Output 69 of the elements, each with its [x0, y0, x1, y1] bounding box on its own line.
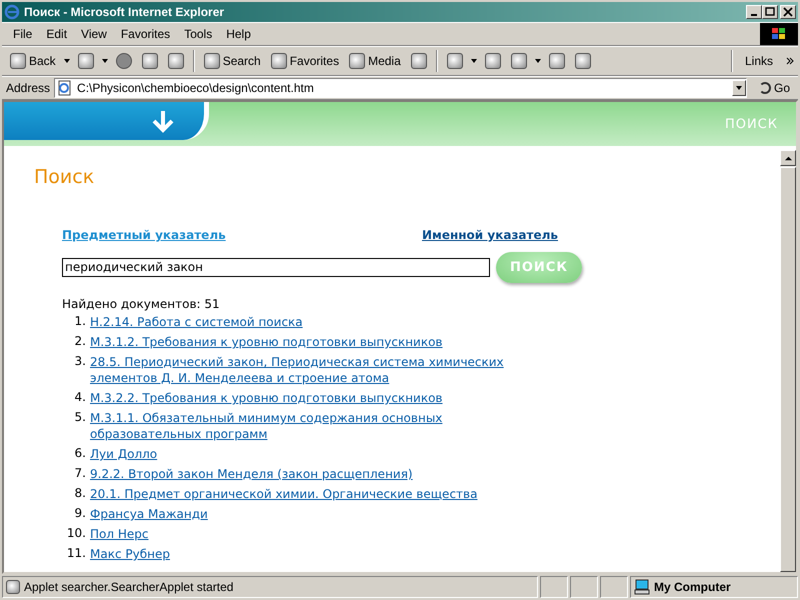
result-link[interactable]: Пол Нерс: [90, 526, 148, 542]
windows-logo-icon: [760, 23, 798, 45]
search-field[interactable]: периодический закон: [62, 258, 490, 277]
dropdown-button[interactable]: [732, 80, 746, 96]
status-pane: [570, 576, 598, 598]
close-button[interactable]: [780, 5, 796, 19]
minimize-icon: [751, 14, 757, 16]
list-number: 1.: [74, 314, 86, 330]
toolbar-button[interactable]: Favorites: [266, 49, 344, 73]
result-link[interactable]: 20.1. Предмет органической химии. Органические вещества: [90, 486, 478, 502]
stop-icon[interactable]: [116, 53, 132, 69]
list-number: 7.: [74, 466, 86, 482]
menu-item[interactable]: View: [74, 27, 114, 41]
index-link[interactable]: Именной указатель: [422, 228, 558, 242]
list-number: 10.: [66, 526, 86, 542]
list-number: 6.: [74, 446, 86, 462]
status-text: Applet searcher.SearcherApplet started: [24, 580, 234, 594]
links-button[interactable]: Links: [738, 54, 780, 68]
maximize-button[interactable]: [762, 5, 778, 19]
menu-item[interactable]: Favorites: [114, 27, 178, 41]
list-number: 4.: [74, 390, 86, 406]
list-number: 9.: [74, 506, 86, 522]
dropdown-caret-icon[interactable]: [470, 59, 477, 63]
list-number: 2.: [74, 334, 86, 350]
down-arrow-icon: [150, 108, 176, 134]
toolbar-button[interactable]: Back: [6, 49, 60, 73]
window-title: Поиск - Microsoft Internet Explorer: [24, 5, 224, 19]
address-label: Address: [6, 81, 50, 95]
result-link[interactable]: 28.5. Периодический закон, Периодическая система химических элементов Д. И. Менделеева и строение атома: [90, 354, 538, 386]
browser-icon: [4, 4, 20, 20]
status-pane: [540, 576, 568, 598]
go-arrow-icon: [758, 82, 771, 94]
page-icon: [57, 80, 74, 96]
result-link[interactable]: Н.2.14. Работа с системой поиска: [90, 314, 303, 330]
result-link[interactable]: Макс Рубнер: [90, 546, 170, 562]
banner-title: ПОИСК: [724, 116, 778, 132]
result-link[interactable]: Франсуа Мажанди: [90, 506, 208, 522]
go-button[interactable]: Go: [750, 81, 798, 95]
menu-item[interactable]: Edit: [39, 27, 74, 41]
menu-item[interactable]: Tools: [177, 27, 220, 41]
menu-item[interactable]: File: [6, 27, 40, 41]
result-link[interactable]: 9.2.2. Второй закон Менделя (закон расщепления): [90, 466, 413, 482]
scroll-up-icon[interactable]: [780, 150, 796, 166]
maximize-icon: [765, 7, 775, 17]
results-count: Найдено документов: 51: [62, 297, 221, 311]
list-number: 8.: [74, 486, 86, 502]
computer-icon: [634, 579, 650, 595]
list-number: 11.: [66, 546, 86, 562]
dropdown-caret-icon[interactable]: [64, 59, 70, 63]
menu-item[interactable]: Help: [219, 27, 258, 41]
list-number: 5.: [74, 410, 86, 426]
result-link[interactable]: М.3.1.2. Требования к уровню подготовки выпускников: [90, 334, 443, 350]
close-icon: [783, 7, 793, 17]
caret-icon: [734, 84, 743, 92]
chevron-icon[interactable]: [786, 57, 794, 65]
result-link[interactable]: М.3.2.2. Требования к уровню подготовки выпускников: [90, 390, 443, 406]
dropdown-caret-icon[interactable]: [102, 59, 108, 63]
toolbar-button[interactable]: Media: [345, 49, 405, 73]
result-link[interactable]: Луи Долло: [90, 446, 158, 462]
minimize-button[interactable]: [746, 5, 762, 19]
dropdown-caret-icon[interactable]: [534, 59, 541, 63]
status-pane: [600, 576, 628, 598]
zone-text: My Computer: [654, 580, 731, 594]
result-link[interactable]: М.3.1.1. Обязательный минимум содержания основных образовательных программ: [90, 410, 538, 442]
index-link[interactable]: Предметный указатель: [62, 228, 226, 242]
page-heading: Поиск: [34, 166, 96, 188]
address-field[interactable]: C:\Physicon\chembioeco\design\content.htm: [54, 78, 747, 98]
toolbar-button[interactable]: Search: [200, 49, 265, 73]
list-number: 3.: [74, 354, 86, 370]
